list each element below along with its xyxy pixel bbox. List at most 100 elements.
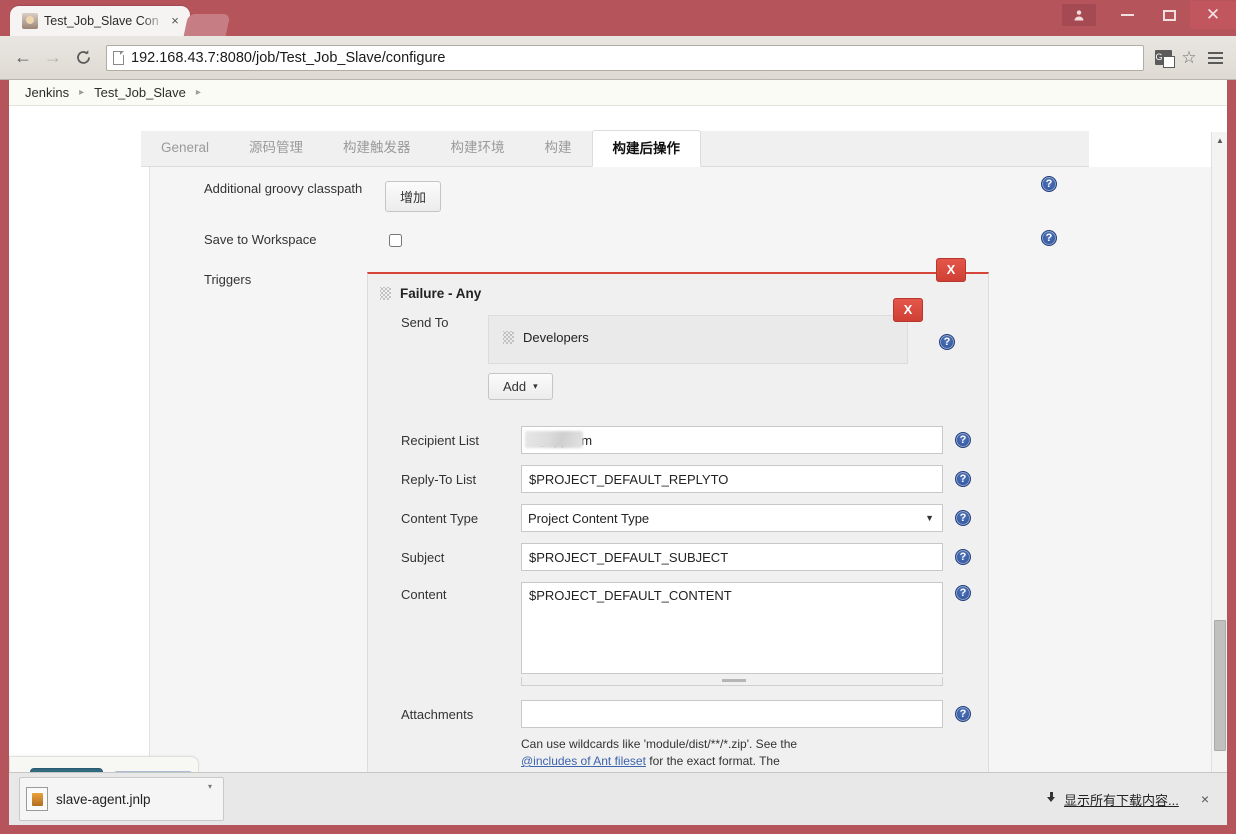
ant-fileset-link[interactable]: @includes of Ant fileset <box>521 754 646 768</box>
row-send-to: Send To Developers X ? Add ▾ <box>368 298 988 400</box>
back-icon[interactable]: ← <box>8 43 38 73</box>
row-subject: Subject ? <box>368 543 988 571</box>
apply-button[interactable]: Apply <box>113 770 193 772</box>
help-icon[interactable]: ? <box>939 334 955 350</box>
window-controls: ✕ <box>1062 0 1236 30</box>
show-all-downloads-link[interactable]: 显示所有下载内容... <box>1064 790 1179 809</box>
jnlp-file-icon <box>26 787 48 811</box>
browser-tab[interactable]: Test_Job_Slave Con × <box>10 6 190 36</box>
save-apply-panel: 保存 Apply <box>9 756 199 772</box>
row-content-type: Content Type Project Content Type ? <box>368 504 988 532</box>
label-additional-groovy-classpath: Additional groovy classpath <box>204 181 363 196</box>
bookmark-star-icon[interactable]: ☆ <box>1176 45 1202 71</box>
label-content: Content <box>401 587 447 602</box>
breadcrumb-separator: ▸ <box>79 87 85 98</box>
download-menu-caret-icon[interactable]: ▾ <box>203 778 217 791</box>
scrollbar-thumb[interactable] <box>1214 620 1226 751</box>
address-bar[interactable]: 192.168.43.7:8080/job/Test_Job_Slave/con… <box>106 44 1144 71</box>
chevron-down-icon: ▾ <box>533 381 538 391</box>
breadcrumb: Jenkins ▸ Test_Job_Slave ▸ <box>9 80 1227 106</box>
tab-close-icon[interactable]: × <box>168 14 182 28</box>
tab-post-build-actions[interactable]: 构建后操作 <box>591 130 702 167</box>
recipient-provider-panel: Developers X ? <box>488 298 955 364</box>
row-attachments: Attachments ? <box>368 700 988 728</box>
help-icon[interactable]: ? <box>1041 230 1057 246</box>
subject-input[interactable] <box>521 543 943 571</box>
tab-scm[interactable]: 源码管理 <box>229 130 323 166</box>
row-reply-to-list: Reply-To List ? <box>368 465 988 493</box>
remove-trigger-button[interactable]: X <box>936 258 966 282</box>
close-download-bar-icon[interactable]: × <box>1197 791 1213 807</box>
help-icon[interactable]: ? <box>955 585 971 601</box>
browser-window: Test_Job_Slave Con × ✕ ← → 192.168.43.7:… <box>0 0 1236 834</box>
download-bar: slave-agent.jnlp ▾ 显示所有下载内容... × <box>9 772 1227 825</box>
label-recipient-list: Recipient List <box>401 432 480 448</box>
browser-toolbar: ← → 192.168.43.7:8080/job/Test_Job_Slave… <box>0 36 1236 80</box>
row-triggers: Triggers Failure - Any X Send To Develop… <box>150 250 1218 772</box>
tab-build-triggers[interactable]: 构建触发器 <box>323 130 431 166</box>
reply-to-list-input[interactable] <box>521 465 943 493</box>
drag-handle-icon[interactable] <box>380 287 391 300</box>
download-item[interactable]: slave-agent.jnlp ▾ <box>19 777 224 821</box>
translate-icon[interactable]: G <box>1150 45 1176 71</box>
title-bar: Test_Job_Slave Con × ✕ <box>0 0 1236 36</box>
save-to-workspace-checkbox[interactable] <box>389 234 402 247</box>
help-icon[interactable]: ? <box>955 471 971 487</box>
help-icon[interactable]: ? <box>955 706 971 722</box>
maximize-button[interactable] <box>1148 1 1190 29</box>
help-icon[interactable]: ? <box>955 549 971 565</box>
attachments-hint: Can use wildcards like 'module/dist/**/*… <box>368 736 798 772</box>
help-icon[interactable]: ? <box>1041 176 1057 192</box>
label-send-to: Send To <box>401 315 449 330</box>
add-button-label: Add <box>503 379 527 394</box>
page-scrollbar[interactable]: ▲ ▼ <box>1211 132 1227 772</box>
content-textarea[interactable]: $PROJECT_DEFAULT_CONTENT <box>521 582 943 674</box>
drag-handle-icon[interactable] <box>503 331 514 344</box>
favicon-icon <box>22 13 38 29</box>
tab-general[interactable]: General <box>141 130 229 166</box>
download-icon <box>1045 792 1058 806</box>
row-save-to-workspace: Save to Workspace ? <box>150 212 1218 250</box>
close-window-button[interactable]: ✕ <box>1190 1 1236 29</box>
config-page: General 源码管理 构建触发器 构建环境 构建 构建后操作 Additio… <box>9 106 1227 772</box>
config-tab-bar: General 源码管理 构建触发器 构建环境 构建 构建后操作 <box>141 130 1089 167</box>
label-triggers: Triggers <box>204 272 252 287</box>
recipient-provider-label: Developers <box>523 330 589 345</box>
page-viewport: Jenkins ▸ Test_Job_Slave ▸ General 源码管理 … <box>9 80 1227 772</box>
content-type-select[interactable]: Project Content Type <box>521 504 943 532</box>
help-icon[interactable]: ? <box>955 432 971 448</box>
reload-icon[interactable] <box>68 43 98 73</box>
label-save-to-workspace: Save to Workspace <box>204 232 317 247</box>
trigger-title: Failure - Any <box>400 286 482 301</box>
breadcrumb-item-jenkins[interactable]: Jenkins <box>25 85 69 100</box>
add-recipient-provider-button[interactable]: Add ▾ <box>488 373 553 400</box>
row-additional-groovy-classpath: Additional groovy classpath 增加 ? <box>150 167 1218 212</box>
download-bar-actions: 显示所有下载内容... × <box>1045 790 1217 809</box>
forward-icon[interactable]: → <box>38 43 68 73</box>
content-horizontal-scrollbar[interactable] <box>521 677 943 686</box>
tab-build[interactable]: 构建 <box>525 130 592 166</box>
help-icon[interactable]: ? <box>955 510 971 526</box>
row-content: Content $PROJECT_DEFAULT_CONTENT ? <box>368 582 988 686</box>
user-profile-icon[interactable] <box>1062 4 1096 26</box>
redaction-overlay <box>525 431 583 448</box>
minimize-button[interactable] <box>1106 1 1148 29</box>
url-text: 192.168.43.7:8080/job/Test_Job_Slave/con… <box>131 49 446 66</box>
row-recipient-list: Recipient List ? <box>368 426 988 454</box>
page-info-icon <box>113 50 124 65</box>
remove-recipient-provider-button[interactable]: X <box>893 298 923 322</box>
config-form: Additional groovy classpath 增加 ? Save to… <box>149 167 1219 772</box>
chrome-menu-icon[interactable] <box>1202 45 1228 71</box>
download-file-name: slave-agent.jnlp <box>56 791 151 807</box>
scroll-up-arrow-icon[interactable]: ▲ <box>1212 132 1227 148</box>
label-subject: Subject <box>401 549 445 565</box>
tab-build-environment[interactable]: 构建环境 <box>431 130 525 166</box>
add-classpath-button[interactable]: 增加 <box>385 181 442 212</box>
save-button[interactable]: 保存 <box>30 768 103 772</box>
breadcrumb-item-job[interactable]: Test_Job_Slave <box>94 85 186 100</box>
attachments-input[interactable] <box>521 700 943 728</box>
new-tab-button[interactable] <box>183 14 231 36</box>
hint-part-1: Can use wildcards like 'module/dist/**/*… <box>521 737 798 751</box>
label-content-type: Content Type <box>401 510 479 526</box>
recipient-list-input[interactable] <box>521 426 943 454</box>
